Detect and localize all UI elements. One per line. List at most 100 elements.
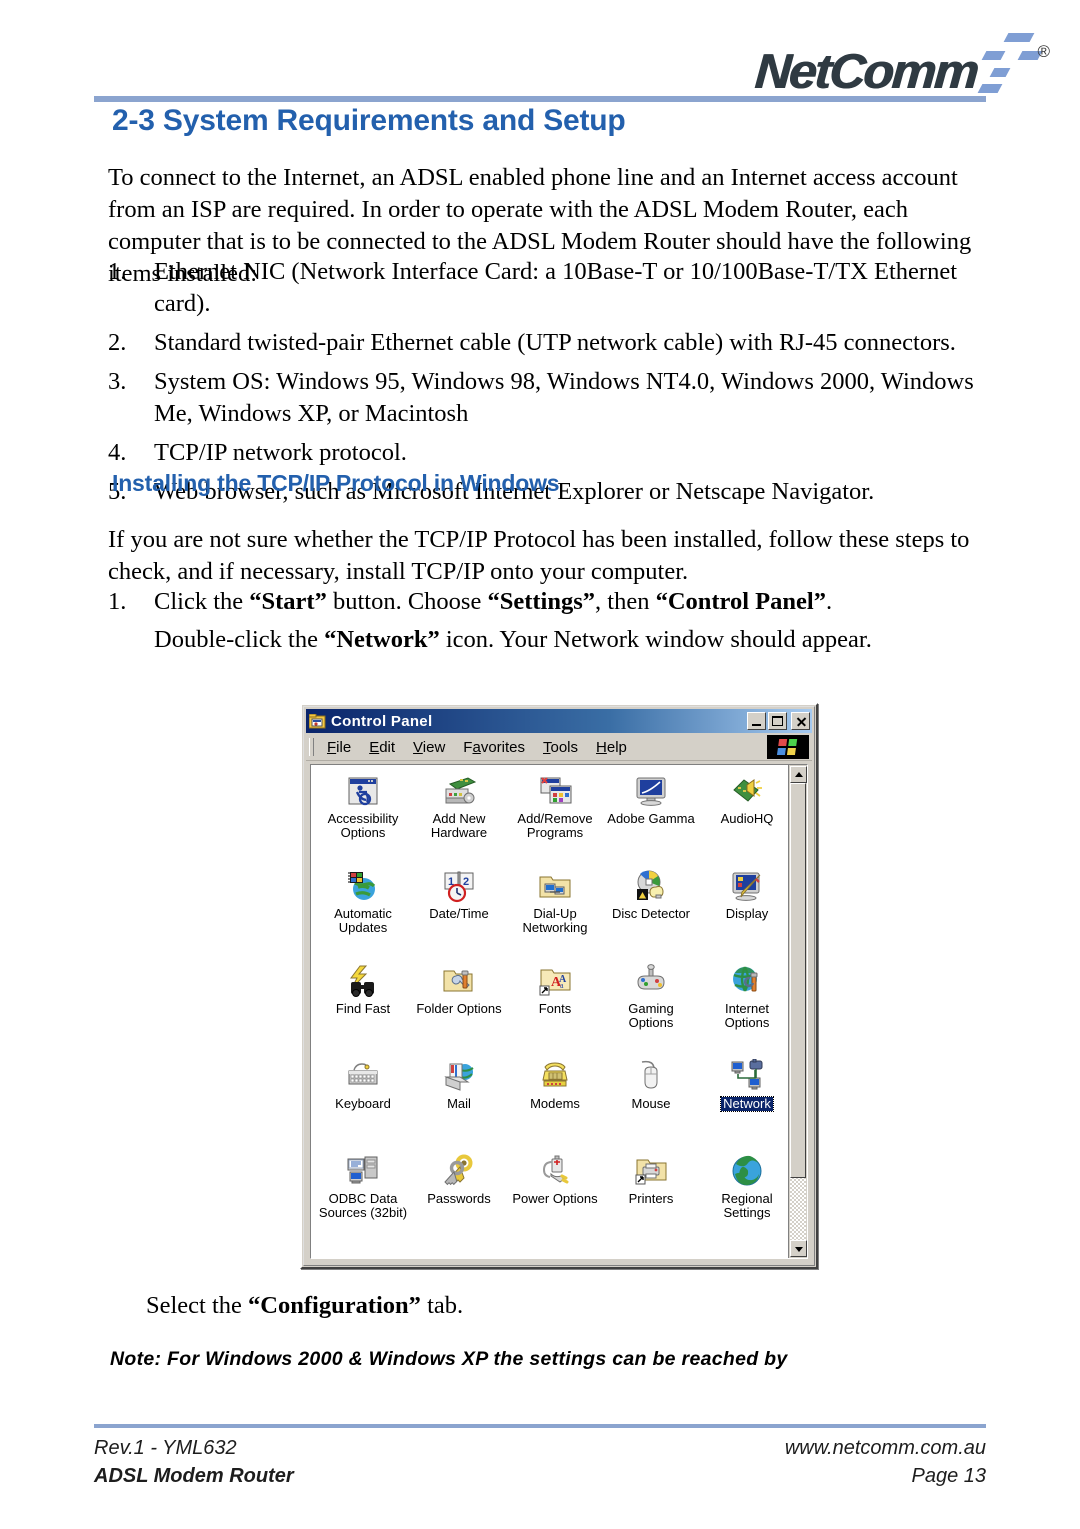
step-text-e: , then [595, 588, 656, 615]
registered-trademark-mark: ® [1037, 42, 1050, 61]
cp-item-label: Find Fast [335, 1001, 391, 1016]
menu-tools[interactable]: Tools [534, 737, 587, 758]
cp-item-odbc-data-sources[interactable]: ODBC Data Sources (32bit) [315, 1150, 411, 1245]
header-divider-rule [94, 96, 986, 102]
start-button-term: “Start” [249, 588, 327, 615]
menu-edit[interactable]: Edit [360, 737, 404, 758]
cp-item-adobe-gamma[interactable]: Adobe Gamma [603, 770, 699, 865]
control-panel-folder-icon [308, 713, 326, 729]
cp-item-keyboard[interactable]: Keyboard [315, 1055, 411, 1150]
select-configuration-tab-line: Select the “Configuration” tab. [146, 1292, 463, 1320]
svg-text:2: 2 [463, 876, 469, 888]
list-item: 1. Click the “Start” button. Choose “Set… [108, 586, 1008, 656]
add-new-hardware-icon [442, 774, 477, 808]
step-line-two: Double-click the “Network” icon. Your Ne… [154, 624, 1008, 656]
control-panel-icon-area: Accessibility Options Add New Hardware A… [311, 765, 788, 1258]
cp-item-label: Passwords [427, 1191, 491, 1206]
list-item: 2. Standard twisted-pair Ethernet cable … [108, 327, 1008, 359]
menu-favorites[interactable]: Favorites [454, 737, 534, 758]
cp-item-network[interactable]: Network [699, 1055, 795, 1150]
cp-item-display[interactable]: Display [699, 865, 795, 960]
cp-item-disc-detector[interactable]: Disc Detector [603, 865, 699, 960]
modems-icon [538, 1059, 572, 1093]
cp-item-label: Display [725, 906, 769, 921]
control-panel-title-bar[interactable]: Control Panel [306, 709, 812, 733]
menu-view[interactable]: View [404, 737, 454, 758]
window-controls [747, 712, 810, 730]
control-panel-term: “Control Panel” [655, 588, 826, 615]
control-panel-client-area: Accessibility Options Add New Hardware A… [310, 764, 808, 1259]
cp-item-find-fast[interactable]: Find Fast [315, 960, 411, 1055]
cp-item-label: Add/Remove Programs [517, 811, 593, 840]
power-options-icon [538, 1154, 572, 1188]
scrollbar-thumb[interactable] [790, 783, 806, 1178]
cp-item-label: AudioHQ [720, 811, 774, 826]
menu-file[interactable]: File [318, 737, 360, 758]
cp-item-label: Mail [447, 1096, 471, 1111]
add-remove-programs-icon [538, 774, 572, 808]
section-heading: 2-3 System Requirements and Setup [112, 104, 626, 137]
cp-item-label: Regional Settings [721, 1191, 773, 1220]
cp-item-mouse[interactable]: Mouse [603, 1055, 699, 1150]
page-footer: Rev.1 - YML632 www.netcomm.com.au ADSL M… [94, 1434, 986, 1490]
vertical-scrollbar[interactable] [788, 765, 807, 1258]
cp-item-label: Accessibility Options [327, 811, 399, 840]
cp-item-add-new-hardware[interactable]: Add New Hardware [411, 770, 507, 865]
control-panel-icon-grid: Accessibility Options Add New Hardware A… [315, 770, 788, 1245]
menu-grip-handle[interactable] [309, 738, 314, 756]
cp-item-printers[interactable]: Printers [603, 1150, 699, 1245]
cp-item-internet-options[interactable]: Internet Options [699, 960, 795, 1055]
list-item-number: 1. [108, 258, 127, 285]
cp-item-fonts[interactable]: A A a Fonts [507, 960, 603, 1055]
cp-item-label: Disc Detector [611, 906, 691, 921]
netcomm-logo-accent-icon: ® [976, 30, 1050, 96]
internet-options-icon [730, 964, 764, 998]
cp-item-modems[interactable]: Modems [507, 1055, 603, 1150]
cp-item-dial-up-networking[interactable]: Dial-Up Networking [507, 865, 603, 960]
list-item-text: TCP/IP network protocol. [154, 439, 407, 466]
adobe-gamma-icon [634, 774, 668, 808]
passwords-icon [442, 1154, 476, 1188]
cp-item-automatic-updates[interactable]: Automatic Updates [315, 865, 411, 960]
cp-item-mail[interactable]: Mail [411, 1055, 507, 1150]
netcomm-logo-text: NetComm [752, 45, 979, 100]
minimize-button[interactable] [747, 712, 766, 730]
cp-item-regional-settings[interactable]: Regional Settings [699, 1150, 795, 1245]
menu-help[interactable]: Help [587, 737, 636, 758]
cp-item-folder-options[interactable]: Folder Options [411, 960, 507, 1055]
list-item-text: Standard twisted-pair Ethernet cable (UT… [154, 329, 956, 356]
cp-item-label: Mouse [631, 1096, 671, 1111]
cp-item-label: Keyboard [335, 1096, 391, 1111]
cp-item-power-options[interactable]: Power Options [507, 1150, 603, 1245]
cp-item-gaming-options[interactable]: Gaming Options [603, 960, 699, 1055]
cp-item-accessibility-options[interactable]: Accessibility Options [315, 770, 411, 865]
maximize-button[interactable] [768, 712, 787, 730]
control-panel-window[interactable]: Control Panel File Edit View Favorites T… [300, 703, 818, 1269]
cp-item-label: Automatic Updates [334, 906, 392, 935]
cp-item-label: Internet Options [724, 1001, 770, 1030]
control-panel-window-inner: Control Panel File Edit View Favorites T… [303, 706, 815, 1266]
cp-item-date-time[interactable]: 1 2 Date/Time [411, 865, 507, 960]
cp-item-label: Add New Hardware [430, 811, 488, 840]
scroll-down-button[interactable] [790, 1240, 807, 1257]
cp-item-label: Printers [628, 1191, 674, 1206]
cp-item-add-remove-programs[interactable]: Add/Remove Programs [507, 770, 603, 865]
list-item-number: 4. [108, 439, 127, 466]
close-button[interactable] [791, 712, 810, 730]
cp-item-passwords[interactable]: Passwords [411, 1150, 507, 1245]
cp-item-audiohq[interactable]: AudioHQ [699, 770, 795, 865]
cp-item-label: Network [720, 1096, 774, 1112]
display-icon [730, 869, 764, 903]
step2-text-a: Double-click the [154, 626, 325, 653]
gaming-options-icon [634, 964, 668, 998]
note-paragraph: Note: For Windows 2000 & Windows XP the … [110, 1348, 788, 1370]
footer-website: www.netcomm.com.au [784, 1437, 986, 1459]
page-header: NetComm ® [0, 0, 1080, 105]
list-item-number: 2. [108, 329, 127, 356]
cp-item-label: Date/Time [429, 906, 489, 921]
step2-text-c: icon. Your Network window should appear. [439, 626, 872, 653]
scroll-up-button[interactable] [790, 766, 807, 783]
mail-icon [442, 1059, 476, 1093]
subsection-heading: Installing the TCP/IP Protocol in Window… [112, 470, 560, 496]
keyboard-icon [346, 1059, 380, 1093]
